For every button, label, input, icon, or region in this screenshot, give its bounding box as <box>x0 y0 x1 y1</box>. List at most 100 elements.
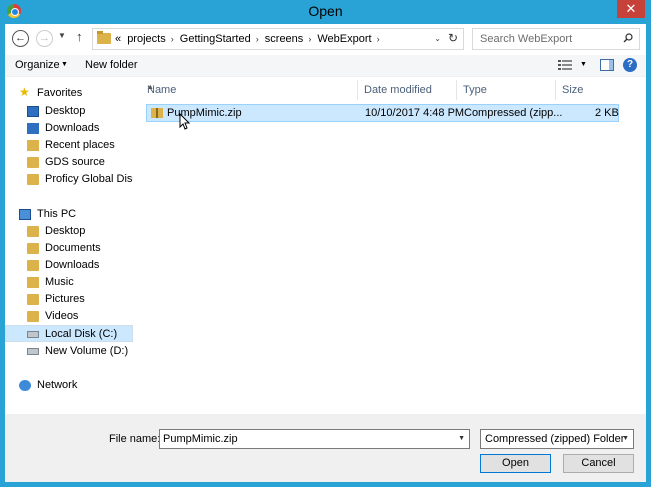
navigation-bar: ← → ▼ ↑ « projects › GettingStarted › scre… <box>5 24 646 55</box>
breadcrumb-item-webexport[interactable]: WebExport <box>317 33 371 45</box>
zip-folder-icon <box>151 108 163 118</box>
search-icon[interactable] <box>623 33 633 43</box>
file-type-select[interactable]: Compressed (zipped) Folder ▼ <box>480 429 634 449</box>
column-header-date-modified[interactable]: Date modified <box>358 80 457 100</box>
sidebar-item-gds-source[interactable]: GDS source <box>27 154 132 171</box>
file-type: Compressed (zipp... <box>464 107 563 119</box>
sidebar-item-label: Desktop <box>45 105 86 117</box>
view-options-icon[interactable] <box>558 59 572 71</box>
sidebar-item-label: New Volume (D:) <box>45 345 129 357</box>
sidebar-item-label: Favorites <box>37 87 83 99</box>
sidebar-group-network[interactable]: Network <box>19 377 129 394</box>
sidebar-item-label: Local Disk (C:) <box>45 328 118 340</box>
sidebar-item-documents[interactable]: Documents <box>27 240 132 257</box>
preview-pane-icon[interactable] <box>600 59 614 71</box>
desktop-icon <box>27 106 39 117</box>
sidebar-item-music[interactable]: Music <box>27 274 132 291</box>
sidebar-item-desktop[interactable]: Desktop <box>27 103 132 120</box>
title-bar[interactable]: Open ✕ <box>0 0 651 24</box>
file-name-value: PumpMimic.zip <box>163 433 238 445</box>
sidebar-group-this-pc[interactable]: This PC <box>19 206 129 223</box>
downloads-folder-icon <box>27 260 39 271</box>
search-placeholder: Search WebExport <box>480 33 573 45</box>
folder-icon <box>27 157 39 168</box>
footer: File name: PumpMimic.zip ▼ Compressed (z… <box>5 414 646 482</box>
organize-button[interactable]: Organize <box>15 59 60 71</box>
search-input[interactable]: Search WebExport <box>472 28 640 50</box>
sort-ascending-icon: ▲ <box>147 84 154 91</box>
view-dropdown-icon[interactable]: ▼ <box>580 61 587 68</box>
navigation-pane: ★ Favorites Desktop Downloads Recent pla… <box>5 77 144 414</box>
sidebar-item-videos[interactable]: Videos <box>27 308 132 325</box>
breadcrumb-separator-icon[interactable]: › <box>377 34 380 44</box>
network-icon <box>19 380 31 391</box>
breadcrumb-item-projects[interactable]: projects <box>127 33 166 45</box>
column-header-type[interactable]: Type <box>457 80 556 100</box>
file-list: Name ▲ Date modified Type Size PumpMimic… <box>133 77 646 414</box>
table-row[interactable]: PumpMimic.zip 10/10/2017 4:48 PM Compres… <box>146 104 619 122</box>
sidebar-item-new-volume-d[interactable]: New Volume (D:) <box>27 343 132 360</box>
sidebar-item-label: This PC <box>37 208 77 220</box>
sidebar-item-local-disk-c[interactable]: Local Disk (C:) <box>5 325 133 342</box>
music-folder-icon <box>27 277 39 288</box>
column-header-size[interactable]: Size <box>556 80 618 100</box>
folder-icon <box>97 31 111 44</box>
sidebar-item-pc-downloads[interactable]: Downloads <box>27 257 132 274</box>
sidebar-item-label: Proficy Global Disco <box>45 173 145 185</box>
address-dropdown-icon[interactable]: ⌄ <box>434 34 441 43</box>
sidebar-item-label: Recent places <box>45 139 115 151</box>
hard-drive-icon <box>27 348 39 355</box>
breadcrumb-separator-icon[interactable]: › <box>171 34 174 44</box>
sidebar-item-label: Desktop <box>45 225 86 237</box>
sidebar-item-pc-desktop[interactable]: Desktop <box>27 223 132 240</box>
sidebar-item-label: GDS source <box>45 156 105 168</box>
column-header-label: Size <box>562 84 584 96</box>
command-bar: Organize ▼ New folder ▼ ? <box>5 55 646 77</box>
videos-folder-icon <box>27 311 39 322</box>
new-folder-button[interactable]: New folder <box>85 59 138 71</box>
chevron-down-icon[interactable]: ▼ <box>61 61 68 68</box>
address-bar[interactable]: « projects › GettingStarted › screens › Web… <box>92 28 464 50</box>
chevron-down-icon[interactable]: ▼ <box>622 435 629 442</box>
sidebar-item-label: Documents <box>45 242 101 254</box>
sidebar-item-proficy-global-disco[interactable]: Proficy Global Disco <box>27 171 144 188</box>
help-icon[interactable]: ? <box>623 58 637 72</box>
sidebar-item-label: Music <box>45 276 74 288</box>
dialog-body: ← → ▼ ↑ « projects › GettingStarted › scre… <box>5 24 646 482</box>
sidebar-group-favorites[interactable]: ★ Favorites <box>19 85 129 102</box>
breadcrumb-separator-icon[interactable]: › <box>256 34 259 44</box>
sidebar-item-pictures[interactable]: Pictures <box>27 291 132 308</box>
up-arrow-icon[interactable]: ↑ <box>76 29 83 44</box>
downloads-icon <box>27 123 39 134</box>
dialog-title: Open <box>308 3 343 19</box>
sidebar-item-downloads[interactable]: Downloads <box>27 120 132 137</box>
open-button[interactable]: Open <box>480 454 551 473</box>
sidebar-item-label: Network <box>37 379 78 391</box>
column-header-label: Type <box>463 84 487 96</box>
forward-arrow-icon[interactable]: → <box>36 30 53 47</box>
back-arrow-icon[interactable]: ← <box>12 30 29 47</box>
sidebar-item-label: Downloads <box>45 122 100 134</box>
breadcrumb-item-gettingstarted[interactable]: GettingStarted <box>180 33 251 45</box>
breadcrumb: « projects › GettingStarted › screens › Web… <box>115 33 383 45</box>
breadcrumb-overflow[interactable]: « <box>115 33 121 45</box>
sidebar-item-recent-places[interactable]: Recent places <box>27 137 132 154</box>
file-name-field[interactable]: PumpMimic.zip ▼ <box>159 429 470 449</box>
chevron-down-icon[interactable]: ▼ <box>458 435 465 442</box>
mouse-pointer-icon <box>179 113 190 130</box>
cancel-button[interactable]: Cancel <box>563 454 634 473</box>
refresh-icon[interactable]: ↻ <box>448 31 458 45</box>
sidebar-item-label: Downloads <box>45 259 100 271</box>
recent-locations-chevron-icon[interactable]: ▼ <box>58 31 66 40</box>
computer-icon <box>19 209 31 220</box>
desktop-folder-icon <box>27 226 39 237</box>
file-type-value: Compressed (zipped) Folder <box>485 433 625 445</box>
breadcrumb-separator-icon[interactable]: › <box>308 34 311 44</box>
column-header-name[interactable]: Name ▲ <box>141 80 358 100</box>
breadcrumb-item-screens[interactable]: screens <box>265 33 304 45</box>
star-icon: ★ <box>19 85 30 99</box>
sidebar-item-label: Pictures <box>45 293 85 305</box>
open-dialog: Open ✕ ← → ▼ ↑ « projects › GettingStarte… <box>0 0 651 487</box>
close-button[interactable]: ✕ <box>617 0 645 18</box>
pictures-folder-icon <box>27 294 39 305</box>
